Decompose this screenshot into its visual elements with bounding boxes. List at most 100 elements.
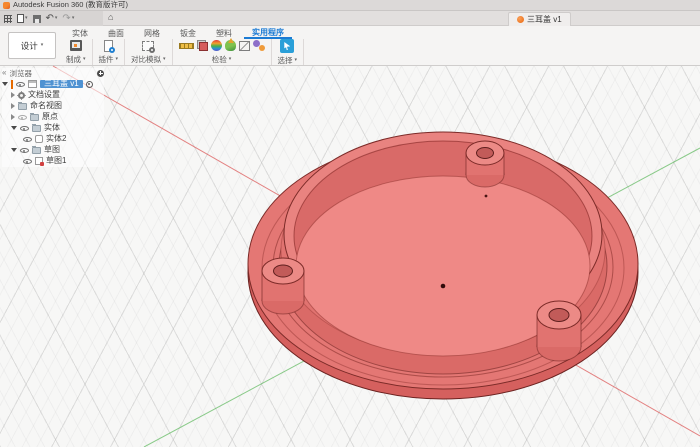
fusion-document-icon	[517, 16, 524, 23]
panel-select: 选择▾	[272, 39, 305, 65]
sketch-icon	[35, 157, 43, 165]
visibility-eye-icon[interactable]	[23, 157, 32, 165]
save-icon	[33, 15, 41, 23]
undo-button[interactable]: ↶▾	[46, 14, 58, 24]
measure-icon[interactable]	[179, 43, 194, 49]
document-tab-strip: ⌂ 三耳盖 v1	[103, 11, 700, 26]
document-tab-label: 三耳盖 v1	[527, 14, 562, 25]
browser-root-row[interactable]: 三耳盖 v1	[2, 79, 104, 89]
zebra-analysis-icon[interactable]	[211, 40, 222, 51]
tab-solid[interactable]: 实体	[64, 26, 96, 39]
panel-select-label[interactable]: 选择▾	[278, 55, 298, 66]
select-dropdown-arrow: ▾	[295, 58, 298, 63]
quick-access-row: ▾ ↶▾ ↷▾ ⌂ 三耳盖 v1	[0, 11, 700, 26]
visibility-eye-icon[interactable]	[23, 135, 32, 143]
file-menu-button[interactable]: ▾	[17, 14, 28, 23]
browser-item-body2[interactable]: 实体2	[23, 134, 104, 144]
expand-root-icon[interactable]	[2, 82, 8, 86]
ribbon-panels: 制成▾ 插件▾ 对比模拟▾ 检验▾ 选择▾	[60, 39, 304, 65]
expand-icon[interactable]	[11, 114, 15, 120]
folder-icon	[32, 125, 41, 132]
3d-print-icon[interactable]	[70, 40, 82, 51]
active-component-bar	[11, 80, 13, 89]
tab-utilities[interactable]: 实用程序	[244, 26, 292, 39]
redo-dropdown-arrow: ▾	[72, 16, 75, 21]
panel-addins-label[interactable]: 插件▾	[99, 54, 119, 65]
body-icon	[35, 135, 43, 143]
visibility-eye-icon[interactable]	[20, 146, 29, 154]
tab-mesh[interactable]: 网格	[136, 26, 168, 39]
undo-icon: ↶	[46, 14, 54, 24]
inspect-dropdown-arrow: ▾	[229, 57, 232, 62]
settings-gear-icon	[18, 92, 25, 99]
panel-compare: 对比模拟▾	[125, 39, 173, 65]
file-icon	[17, 14, 24, 23]
ribbon-tabs: 实体 曲面 网格 钣金 塑料 实用程序	[64, 26, 292, 39]
workspace-dropdown-arrow: ▾	[41, 43, 44, 48]
compare-dropdown-arrow: ▾	[163, 57, 166, 62]
browser-item-sketch1[interactable]: 草图1	[23, 156, 104, 166]
visibility-eye-icon[interactable]	[20, 124, 29, 132]
quick-access-toolbar: ▾ ↶▾ ↷▾	[0, 11, 103, 26]
interference-icon[interactable]	[197, 40, 208, 51]
home-icon[interactable]: ⌂	[108, 13, 113, 22]
browser-item-bodies[interactable]: 实体	[11, 123, 104, 133]
browser-item-named-views[interactable]: 命名视图	[11, 101, 104, 111]
tab-plastic[interactable]: 塑料	[208, 26, 240, 39]
data-panel-grid-icon	[4, 15, 12, 23]
visibility-eye-icon[interactable]	[18, 113, 27, 121]
panel-inspect: 检验▾	[173, 39, 272, 65]
fusion-app-icon	[3, 2, 10, 9]
window-title: Autodesk Fusion 360 (教育版许可)	[13, 1, 128, 9]
collapse-browser-icon[interactable]: «	[2, 69, 6, 77]
workspace-label: 设计	[21, 40, 38, 52]
activate-component-radio[interactable]	[86, 81, 93, 88]
browser-panel: « 浏览器 三耳盖 v1 文档设置 命名视图 原点 实体 实体2	[2, 68, 104, 167]
scripts-addins-icon[interactable]	[104, 40, 113, 52]
save-button[interactable]	[33, 15, 41, 23]
redo-button[interactable]: ↷▾	[62, 14, 74, 24]
browser-item-document-settings[interactable]: 文档设置	[11, 90, 104, 100]
tab-surface[interactable]: 曲面	[100, 26, 132, 39]
tab-sheetmetal[interactable]: 钣金	[172, 26, 204, 39]
component-icon	[28, 80, 37, 88]
panel-compare-label[interactable]: 对比模拟▾	[131, 54, 166, 65]
workspace-selector[interactable]: 设计 ▾	[8, 32, 56, 59]
visibility-eye-icon[interactable]	[16, 80, 25, 88]
ear-boss-left	[262, 258, 304, 314]
undo-dropdown-arrow: ▾	[55, 16, 58, 21]
browser-add-icon[interactable]	[97, 70, 104, 77]
collapse-icon[interactable]	[11, 126, 17, 130]
browser-item-sketches[interactable]: 草图	[11, 145, 104, 155]
folder-icon	[32, 147, 41, 154]
ear-boss-top	[466, 141, 504, 187]
redo-icon: ↷	[62, 14, 70, 24]
folder-icon	[18, 103, 27, 110]
compare-simulate-icon[interactable]	[142, 41, 154, 51]
section-analysis-icon[interactable]	[239, 41, 250, 51]
origin-point	[441, 284, 446, 289]
select-icon[interactable]	[280, 39, 294, 53]
document-tab[interactable]: 三耳盖 v1	[508, 12, 571, 26]
root-document-label[interactable]: 三耳盖 v1	[40, 80, 83, 88]
curvature-analysis-icon[interactable]	[253, 40, 265, 51]
collapse-icon[interactable]	[11, 148, 17, 152]
ear-hole-top	[477, 148, 494, 159]
addins-dropdown-arrow: ▾	[116, 57, 119, 62]
panel-make: 制成▾	[60, 39, 93, 65]
ear-hole-left	[274, 265, 293, 277]
browser-item-origin[interactable]: 原点	[11, 112, 104, 122]
draft-analysis-icon[interactable]	[225, 40, 236, 51]
expand-icon[interactable]	[11, 103, 15, 109]
browser-header: « 浏览器	[2, 68, 104, 78]
ribbon: 设计 ▾ 实体 曲面 网格 钣金 塑料 实用程序 制成▾ 插件▾ 对比模拟▾	[0, 26, 700, 66]
panel-make-label[interactable]: 制成▾	[66, 54, 86, 65]
expand-icon[interactable]	[11, 92, 15, 98]
data-panel-button[interactable]	[4, 15, 12, 23]
panel-inspect-label[interactable]: 检验▾	[212, 54, 232, 65]
title-bar: Autodesk Fusion 360 (教育版许可)	[0, 0, 700, 11]
file-dropdown-arrow: ▾	[25, 16, 28, 21]
ear-boss-bottom-right	[537, 301, 581, 361]
make-dropdown-arrow: ▾	[83, 57, 86, 62]
browser-title: 浏览器	[9, 68, 32, 79]
